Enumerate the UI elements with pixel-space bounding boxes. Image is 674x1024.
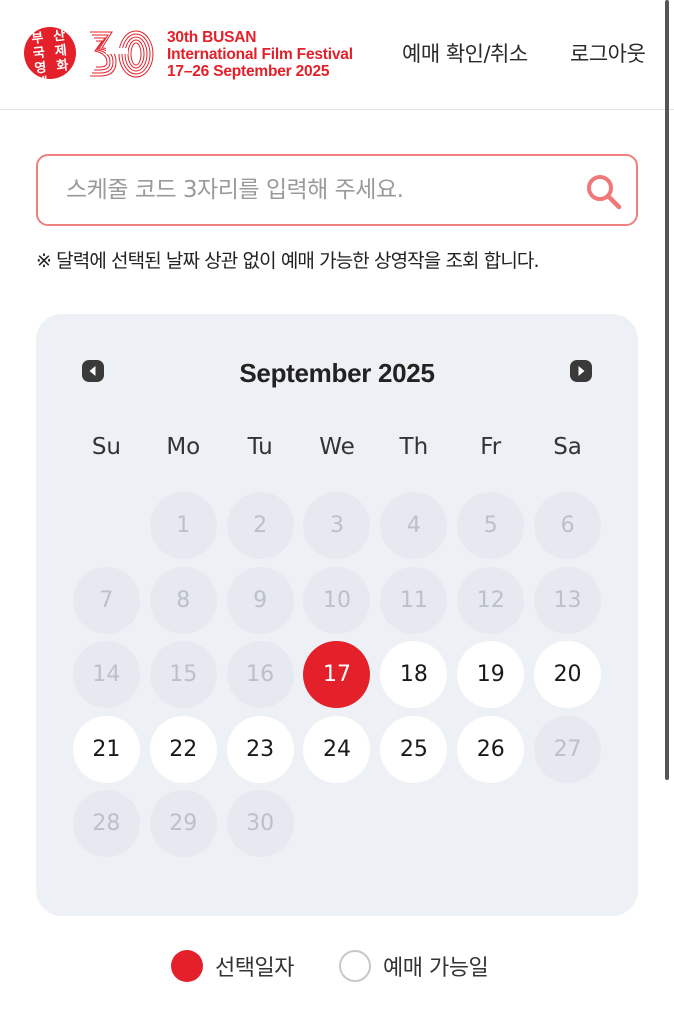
weekday-header: Su Mo Tu We Th Fr Sa <box>68 434 606 460</box>
legend-available-label: 예매 가능일 <box>383 956 489 981</box>
calendar-month-title: September 2025 <box>239 358 435 388</box>
weekday-label: Th <box>399 434 429 460</box>
biff-30th-logo[interactable] <box>86 26 156 80</box>
scrollbar[interactable] <box>665 0 669 780</box>
day-cell-21[interactable]: 21 <box>72 715 140 783</box>
day-cell-1: 1 <box>149 492 217 559</box>
day-cell-2: 2 <box>226 492 294 559</box>
festival-line-2: International Film Festival <box>167 46 353 63</box>
day-cell-10: 10 <box>303 566 371 634</box>
day-cell-18[interactable]: 18 <box>380 641 448 708</box>
available-dot-icon <box>339 950 371 982</box>
day-cell-26[interactable]: 26 <box>457 715 525 783</box>
day-cell-3: 3 <box>303 492 371 559</box>
weekday-label: Tu <box>247 434 273 460</box>
legend-available: 예매 가능일 <box>339 948 489 984</box>
legend-selected-label: 선택일자 <box>215 956 294 981</box>
weekday-label: Su <box>91 434 122 460</box>
day-cell-23[interactable]: 23 <box>226 715 294 783</box>
day-cell-4: 4 <box>380 492 448 559</box>
festival-title: 30th BUSAN International Film Festival 1… <box>167 29 387 80</box>
site-header: 부산국제영화제 30th BUSAN International Film Fe… <box>0 0 674 110</box>
day-cell-20[interactable]: 20 <box>534 641 602 708</box>
calendar-days-grid: 1 2 3 4 5 6 7 8 9 10 11 12 13 14 15 16 17 18 19 20 21 22 23 24 2… <box>68 492 606 865</box>
selected-dot-icon <box>171 950 203 982</box>
day-cell-9: 9 <box>226 566 294 634</box>
biff-seal-logo[interactable]: 부산국제영화제 <box>24 27 76 79</box>
festival-line-3: 17–26 September 2025 <box>167 63 330 80</box>
day-cell-5: 5 <box>457 492 525 559</box>
seal-lettering: 부산국제영화제 <box>26 28 75 79</box>
day-cell-30: 30 <box>226 790 294 857</box>
schedule-code-input[interactable] <box>66 170 566 210</box>
empty-day-cell <box>73 492 140 559</box>
weekday-label: Mo <box>166 434 201 460</box>
day-cell-15: 15 <box>149 641 217 708</box>
search-notice: ※ 달력에 선택된 날짜 상관 없이 예매 가능한 상영작을 조회 합니다. <box>36 250 540 272</box>
nav-booking-check-link[interactable]: 예매 확인/취소 <box>402 38 528 68</box>
date-calendar: September 2025 Su Mo Tu We Th Fr Sa 1234567891… <box>36 314 638 916</box>
weekday-label: Sa <box>553 434 582 460</box>
chevron-right-icon[interactable] <box>570 360 592 382</box>
seal-char <box>52 73 75 79</box>
schedule-code-search <box>36 154 638 226</box>
day-cell-25[interactable]: 25 <box>380 715 448 783</box>
day-cell-27: 27 <box>534 715 602 783</box>
day-cell-7: 7 <box>72 566 140 634</box>
day-cell-16: 16 <box>226 641 294 708</box>
day-cell-11: 11 <box>380 566 448 634</box>
weekday-label: We <box>319 434 355 460</box>
search-icon[interactable] <box>584 172 624 212</box>
day-cell-22[interactable]: 22 <box>149 715 217 783</box>
day-cell-29: 29 <box>149 790 217 857</box>
day-cell-12: 12 <box>457 566 525 634</box>
nav-logout-link[interactable]: 로그아웃 <box>570 38 646 68</box>
day-cell-14: 14 <box>72 641 140 708</box>
day-cell-17[interactable]: 17 <box>303 641 371 708</box>
festival-line-1: 30th BUSAN <box>167 29 257 46</box>
day-cell-24[interactable]: 24 <box>303 715 371 783</box>
day-cell-13: 13 <box>534 566 602 634</box>
day-cell-8: 8 <box>149 566 217 634</box>
day-cell-19[interactable]: 19 <box>457 641 525 708</box>
legend-selected: 선택일자 <box>171 948 294 984</box>
day-cell-28: 28 <box>72 790 140 857</box>
day-cell-6: 6 <box>534 492 602 559</box>
weekday-label: Fr <box>480 434 502 460</box>
